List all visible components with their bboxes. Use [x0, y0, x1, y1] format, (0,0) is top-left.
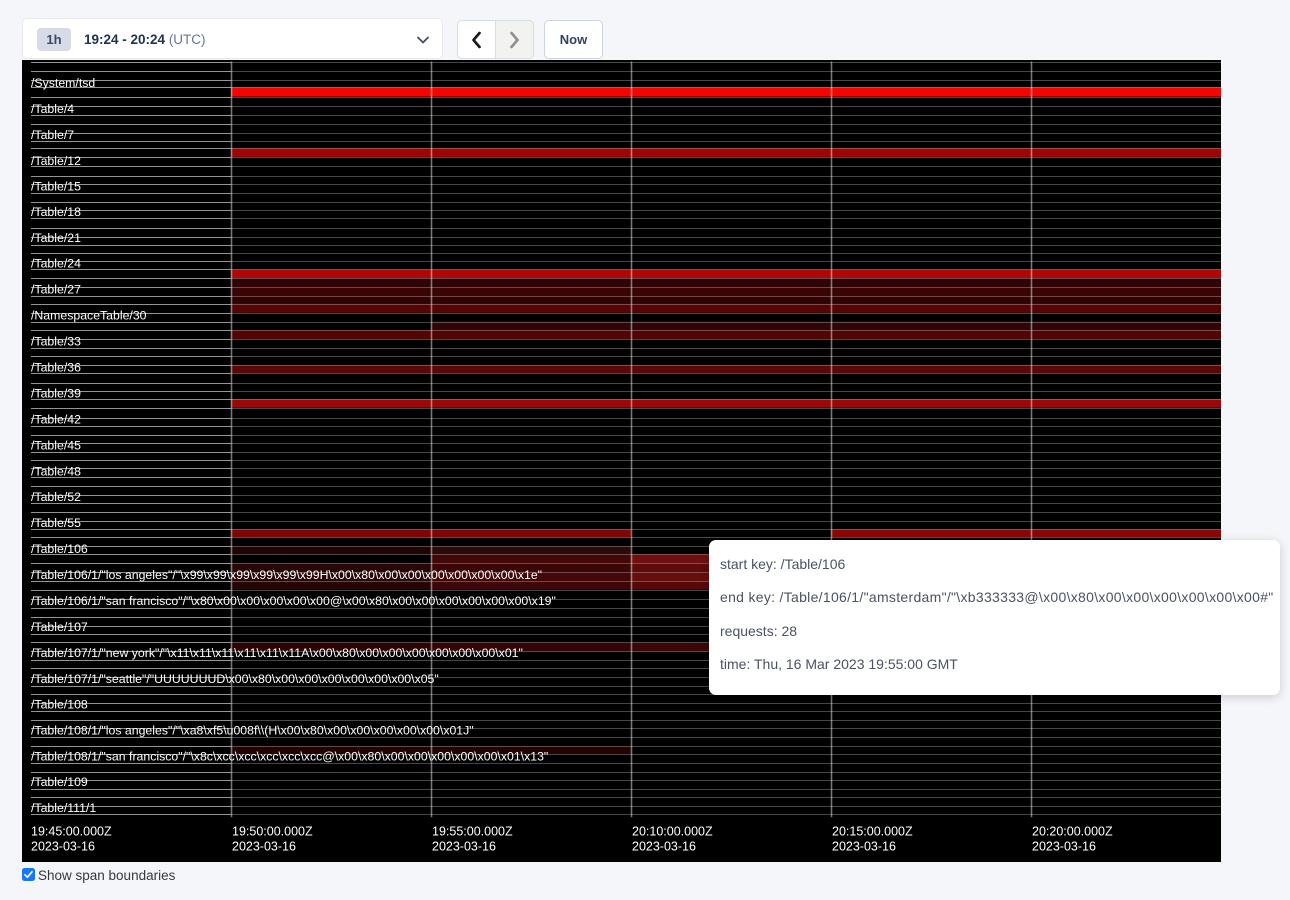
svg-text:/Table/108/1/"los angeles"/"\x: /Table/108/1/"los angeles"/"\xa8\xf5\u00…	[31, 724, 474, 738]
svg-text:/Table/18: /Table/18	[31, 205, 81, 219]
svg-text:2023-03-16: 2023-03-16	[432, 840, 496, 854]
svg-text:2023-03-16: 2023-03-16	[632, 840, 696, 854]
svg-text:2023-03-16: 2023-03-16	[832, 840, 896, 854]
svg-text:/Table/27: /Table/27	[31, 283, 81, 297]
svg-text:/Table/45: /Table/45	[31, 439, 81, 453]
svg-text:/Table/52: /Table/52	[31, 490, 81, 504]
svg-text:/Table/39: /Table/39	[31, 387, 81, 401]
svg-text:/Table/107/1/"seattle"/"UUUUUU: /Table/107/1/"seattle"/"UUUUUUUD\x00\x80…	[31, 672, 439, 686]
svg-text:/Table/15: /Table/15	[31, 180, 81, 194]
svg-text:2023-03-16: 2023-03-16	[31, 840, 95, 854]
svg-text:/Table/106: /Table/106	[31, 542, 88, 556]
svg-text:/Table/4: /Table/4	[31, 102, 74, 116]
svg-text:/NamespaceTable/30: /NamespaceTable/30	[31, 309, 147, 323]
svg-text:/Table/48: /Table/48	[31, 465, 81, 479]
svg-text:/Table/108/1/"san francisco"/": /Table/108/1/"san francisco"/"\x8c\xcc\x…	[31, 750, 548, 764]
svg-text:/Table/33: /Table/33	[31, 335, 81, 349]
svg-text:/Table/109: /Table/109	[31, 775, 88, 789]
svg-text:/Table/7: /Table/7	[31, 128, 74, 142]
svg-text:/Table/24: /Table/24	[31, 257, 81, 271]
svg-text:19:50:00.000Z: 19:50:00.000Z	[232, 825, 313, 839]
svg-text:/Table/106/1/"san francisco"/": /Table/106/1/"san francisco"/"\x80\x00\x…	[31, 594, 556, 608]
svg-text:20:20:00.000Z: 20:20:00.000Z	[1032, 825, 1113, 839]
svg-text:/Table/106/1/"los angeles"/"\x: /Table/106/1/"los angeles"/"\x99\x99\x99…	[31, 568, 542, 582]
svg-text:19:45:00.000Z: 19:45:00.000Z	[31, 825, 112, 839]
svg-text:/Table/111/1: /Table/111/1	[31, 801, 96, 815]
svg-text:20:15:00.000Z: 20:15:00.000Z	[832, 825, 913, 839]
svg-text:/Table/107: /Table/107	[31, 620, 88, 634]
svg-text:/Table/21: /Table/21	[31, 231, 81, 245]
svg-text:19:55:00.000Z: 19:55:00.000Z	[432, 825, 513, 839]
svg-text:2023-03-16: 2023-03-16	[232, 840, 296, 854]
svg-text:/Table/42: /Table/42	[31, 413, 81, 427]
svg-text:/System/tsd: /System/tsd	[31, 76, 95, 90]
svg-text:20:10:00.000Z: 20:10:00.000Z	[632, 825, 713, 839]
svg-text:2023-03-16: 2023-03-16	[1032, 840, 1096, 854]
svg-text:/Table/55: /Table/55	[31, 516, 81, 530]
svg-text:/Table/107/1/"new york"/"\x11\: /Table/107/1/"new york"/"\x11\x11\x11\x1…	[31, 646, 523, 660]
svg-text:/Table/36: /Table/36	[31, 361, 81, 375]
svg-text:/Table/108: /Table/108	[31, 698, 88, 712]
svg-text:/Table/12: /Table/12	[31, 154, 81, 168]
